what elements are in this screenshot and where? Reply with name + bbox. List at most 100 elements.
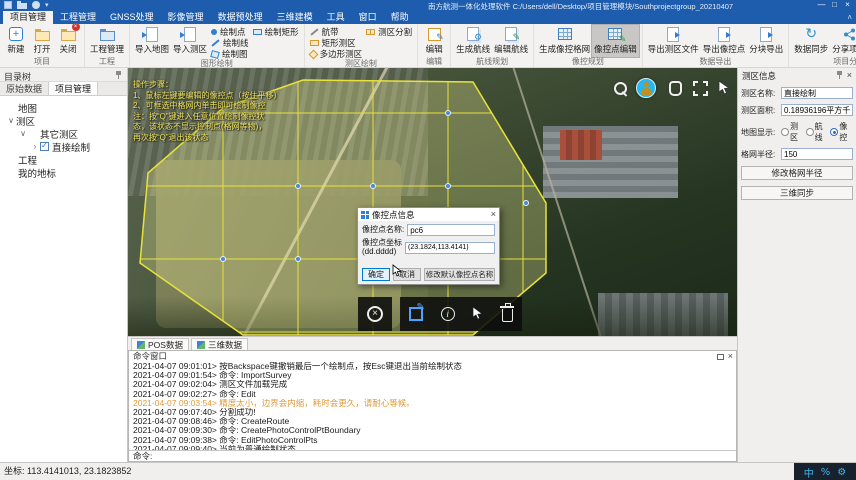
full-extent-icon[interactable]: [693, 81, 708, 96]
radio-route[interactable]: 航线: [806, 121, 829, 143]
eng-manage-button[interactable]: 工程管理: [88, 25, 126, 57]
close-panel-icon[interactable]: [847, 71, 852, 80]
grid-radius-input[interactable]: [781, 148, 853, 160]
close-panel-icon[interactable]: [728, 352, 733, 361]
radio-photo-control[interactable]: 像控: [830, 121, 853, 143]
pan-hand-icon[interactable]: [669, 81, 682, 96]
tab-3d-data[interactable]: 三维数据: [191, 338, 248, 350]
chevron-down-icon[interactable]: [45, 1, 49, 9]
new-button[interactable]: 新建: [3, 25, 29, 57]
pin-icon[interactable]: [115, 71, 122, 79]
import-map-button[interactable]: 导入地图: [133, 25, 171, 59]
photo-point-dialog: 像控点信息 像控点名称: 像控点坐标(dd.dddd) 确定 取消 修改默认像控…: [357, 207, 500, 285]
ime-toolbar[interactable]: 中 % ⚙: [794, 463, 856, 480]
log-lines[interactable]: 2021-04-07 09:01:01> 按Backspace键撤销最后一个绘制…: [129, 361, 736, 454]
draw-line-button[interactable]: 绘制线: [211, 38, 249, 48]
edit-photo-points-button[interactable]: 像控点编辑: [592, 25, 639, 57]
poly-survey-button[interactable]: 多边形测区: [310, 49, 363, 59]
dialog-title-bar[interactable]: 像控点信息: [358, 208, 499, 221]
tree-item-survey[interactable]: 测区: [0, 114, 127, 127]
command-prompt[interactable]: 命令:: [129, 450, 736, 461]
threed-data-icon: [197, 341, 205, 349]
point-name-input[interactable]: [407, 224, 495, 236]
user-icon[interactable]: [32, 1, 40, 9]
maximize-button[interactable]: □: [828, 0, 841, 10]
sidebar-tab-project-mgmt[interactable]: 项目管理: [49, 82, 98, 95]
draw-shape-button[interactable]: 绘制图: [211, 49, 249, 59]
open-button[interactable]: 打开: [29, 25, 55, 57]
ime-settings-icon[interactable]: ⚙: [837, 467, 846, 478]
tab-gnss[interactable]: GNSS处理: [103, 11, 161, 24]
search-icon[interactable]: [614, 82, 629, 97]
modify-default-name-button[interactable]: 修改默认像控点名称: [424, 268, 495, 281]
share-project-button[interactable]: 分享项目: [830, 25, 856, 57]
group-engineering: 工程管理 工程: [85, 24, 130, 67]
sidebar-tab-raw-data[interactable]: 原始数据: [0, 82, 49, 95]
cursor-tool-icon[interactable]: [472, 306, 484, 322]
command-log-panel: 命令窗口 2021-04-07 09:01:01> 按Backspace键撤销最…: [128, 350, 737, 462]
map-viewport[interactable]: 操作步骤： 1、鼠标左键要编辑的像控点（按住平移） 2、可框选中格网内单击即可绘…: [128, 68, 737, 336]
create-route-button[interactable]: 生成航线: [454, 25, 492, 57]
export-blocks-button[interactable]: 分块导出: [747, 25, 785, 57]
tree-item-other-survey[interactable]: 其它测区: [0, 127, 127, 140]
minimize-button[interactable]: —: [815, 0, 828, 10]
tab-eng-mgmt[interactable]: 工程管理: [53, 11, 103, 24]
trash-icon[interactable]: [502, 309, 513, 322]
export-survey-file-button[interactable]: 导出测区文件: [646, 25, 701, 57]
edit-tool-icon[interactable]: [409, 307, 423, 321]
tab-pos-data[interactable]: POS数据: [131, 338, 189, 350]
select-cursor-icon[interactable]: [718, 80, 731, 97]
ok-button[interactable]: 确定: [362, 268, 390, 281]
import-survey-button[interactable]: 导入测区: [171, 25, 209, 59]
tab-image-mgmt[interactable]: 影像管理: [161, 11, 211, 24]
survey-name-input[interactable]: [781, 87, 853, 99]
close-draw-mode-icon[interactable]: [367, 306, 383, 322]
ime-language-indicator[interactable]: 中: [804, 465, 814, 480]
point-coord-input[interactable]: [405, 242, 495, 254]
tab-preprocess[interactable]: 数据预处理: [211, 11, 270, 24]
expander-icon[interactable]: [18, 129, 28, 138]
create-photo-grid-button[interactable]: 生成像控格网: [537, 25, 592, 57]
draw-rect-button[interactable]: 绘制矩形: [253, 27, 299, 37]
export-photo-points-button[interactable]: 导出像控点: [701, 25, 748, 57]
rect-survey-button[interactable]: 矩形测区: [310, 38, 363, 48]
close-project-button[interactable]: ×关闭: [55, 25, 81, 57]
tree-item-map[interactable]: 地图: [0, 101, 127, 114]
tab-3d-model[interactable]: 三维建模: [270, 11, 320, 24]
ribbon-tab-bar: 项目管理 工程管理 GNSS处理 影像管理 数据预处理 三维建模 工具 窗口 帮…: [0, 11, 856, 24]
collapse-ribbon-icon[interactable]: [847, 13, 852, 22]
checkbox-checked-icon[interactable]: [40, 142, 49, 151]
radio-survey[interactable]: 测区: [781, 121, 804, 143]
tab-help[interactable]: 帮助: [384, 11, 416, 24]
dialog-close-icon[interactable]: [491, 210, 496, 219]
info-tool-icon[interactable]: [441, 307, 455, 321]
tree-item-direct-draw[interactable]: 直接绘制: [0, 140, 127, 153]
save-icon[interactable]: [4, 1, 12, 9]
modify-grid-radius-button[interactable]: 修改格网半径: [741, 166, 853, 180]
tree-item-engineering[interactable]: 工程: [0, 153, 127, 166]
tree-item-landmarks[interactable]: 我的地标: [0, 166, 127, 179]
ime-fullwidth-icon[interactable]: %: [821, 467, 831, 478]
log-line-warning: 2021-04-07 09:03:54> 精度太小，边界会内缩，耗时会更久，请耐…: [133, 399, 732, 408]
draw-point-button[interactable]: 绘制点: [211, 27, 249, 37]
folder-icon[interactable]: [17, 3, 27, 9]
group-photo-control: 生成像控格网 像控点编辑 像控规划: [534, 24, 643, 67]
split-survey-button[interactable]: 测区分割: [366, 27, 412, 37]
locate-icon[interactable]: [636, 78, 656, 98]
tab-window[interactable]: 窗口: [352, 11, 384, 24]
float-panel-icon[interactable]: [717, 354, 724, 360]
edit-route-button[interactable]: 编辑航线: [492, 25, 530, 57]
close-button[interactable]: ×: [841, 0, 854, 10]
pin-icon[interactable]: [836, 72, 843, 80]
data-sync-button[interactable]: 数据同步: [792, 25, 830, 57]
flight-belt-button[interactable]: 航带: [310, 27, 363, 37]
dialog-title: 像控点信息: [372, 209, 488, 221]
tab-project-mgmt[interactable]: 项目管理: [3, 11, 53, 24]
survey-area-input[interactable]: [781, 104, 853, 116]
share-icon: [843, 28, 856, 41]
expander-icon[interactable]: [6, 116, 16, 125]
edit-button[interactable]: 编辑: [421, 25, 447, 57]
tab-tools[interactable]: 工具: [320, 11, 352, 24]
expander-icon[interactable]: [30, 142, 40, 151]
sync-3d-button[interactable]: 三维同步: [741, 186, 853, 200]
